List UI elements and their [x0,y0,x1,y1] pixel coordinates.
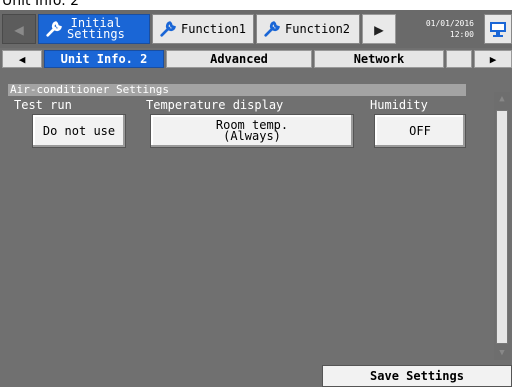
clock-time: 12:00 [449,30,474,39]
humidity-value: OFF [409,123,431,138]
tab-network-label: Network [353,52,405,66]
left-arrow-icon: ◀ [18,52,26,66]
test-run-label: Test run [14,98,72,112]
scroll-down-icon[interactable]: ▼ [495,346,509,360]
tab-initial-settings-label: Initial Settings [67,17,125,41]
subtab-next-button[interactable]: ▶ [474,50,512,68]
humidity-button[interactable]: OFF [374,114,466,148]
function-tab-bar: ◀ Initial Settings Function1 Function2 ▶… [0,10,512,48]
wrench-icon [46,21,62,37]
tab-unit-info-2[interactable]: Unit Info. 2 [44,50,164,68]
tab-advanced-label: Advanced [210,52,268,66]
bottom-bar: Save Settings [0,364,512,387]
scroll-track[interactable] [496,110,508,344]
function-prev-button[interactable]: ◀ [2,14,36,44]
page-caption: Unit Info. 2 [2,0,80,9]
temperature-display-button[interactable]: Room temp. (Always) [150,114,354,148]
tab-initial-settings[interactable]: Initial Settings [38,14,150,44]
section-header: Air-conditioner Settings [8,84,466,96]
temperature-display-value-line2: (Always) [223,129,281,143]
temperature-display-label: Temperature display [146,98,284,112]
tab-function2-label: Function2 [285,22,351,36]
sub-tab-bar: ◀ Unit Info. 2 Advanced Network ▶ [0,48,512,70]
scroll-up-icon[interactable]: ▲ [495,92,509,106]
humidity-label: Humidity [370,98,428,112]
tab-function2[interactable]: Function2 [256,14,360,44]
tab-unit-info-2-label: Unit Info. 2 [60,52,148,66]
save-settings-label: Save Settings [370,369,464,383]
monitor-button[interactable] [484,14,512,44]
test-run-value: Do not use [42,123,116,138]
clock-display: 01/01/2016 12:00 [420,18,474,40]
right-arrow-icon: ▶ [374,19,384,39]
wrench-icon [160,21,176,37]
controller-screen: ◀ Initial Settings Function1 Function2 ▶… [0,10,512,387]
tab-label-line2: Settings [67,27,125,41]
vertical-scrollbar[interactable]: ▲ ▼ [494,92,510,360]
monitor-icon [490,22,506,37]
left-arrow-icon: ◀ [14,19,24,39]
subtab-prev-button[interactable]: ◀ [2,50,42,68]
function-next-button[interactable]: ▶ [362,14,396,44]
tab-function1[interactable]: Function1 [152,14,254,44]
wrench-icon [264,21,280,37]
page-caption-strip: Unit Info. 2 [0,0,512,10]
tab-network[interactable]: Network [314,50,444,68]
tab-function1-label: Function1 [181,22,247,36]
right-arrow-icon: ▶ [489,52,497,66]
test-run-button[interactable]: Do not use [32,114,126,148]
clock-date: 01/01/2016 [425,19,474,28]
tab-advanced[interactable]: Advanced [166,50,312,68]
save-settings-button[interactable]: Save Settings [322,365,512,387]
tab-empty[interactable] [446,50,472,68]
